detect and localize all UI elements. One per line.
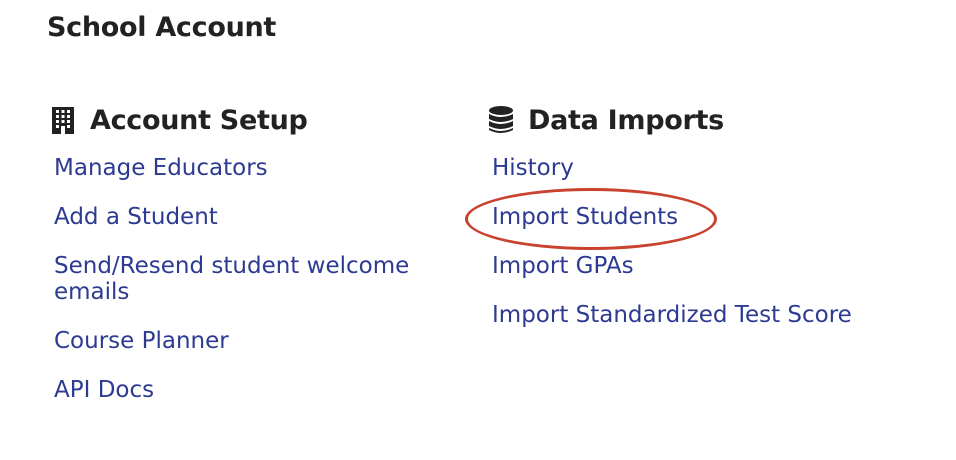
data-imports-section: Data Imports History Import Students Imp… xyxy=(464,100,928,352)
building-icon xyxy=(50,106,76,134)
highlight-circle: Import Students xyxy=(464,188,718,250)
page-title: School Account xyxy=(47,12,277,43)
history-link[interactable]: History xyxy=(492,155,574,181)
account-setup-header: Account Setup xyxy=(50,100,440,140)
import-gpas-link[interactable]: Import GPAs xyxy=(492,253,634,279)
data-imports-header: Data Imports xyxy=(488,100,928,140)
add-student-link[interactable]: Add a Student xyxy=(54,204,218,230)
account-setup-section: Account Setup Manage Educators Add a Stu… xyxy=(50,100,440,427)
database-icon xyxy=(488,106,514,134)
data-imports-heading: Data Imports xyxy=(528,104,724,136)
import-test-score-link[interactable]: Import Standardized Test Score xyxy=(492,302,852,328)
data-imports-links: History Import Students Import GPAs Impo… xyxy=(464,155,928,329)
account-setup-links: Manage Educators Add a Student Send/Rese… xyxy=(50,156,440,404)
account-setup-heading: Account Setup xyxy=(90,104,308,136)
import-students-link[interactable]: Import Students xyxy=(492,204,678,230)
send-welcome-emails-link[interactable]: Send/Resend student welcome emails xyxy=(54,253,409,305)
course-planner-link[interactable]: Course Planner xyxy=(54,328,229,354)
manage-educators-link[interactable]: Manage Educators xyxy=(54,155,268,181)
api-docs-link[interactable]: API Docs xyxy=(54,377,154,403)
